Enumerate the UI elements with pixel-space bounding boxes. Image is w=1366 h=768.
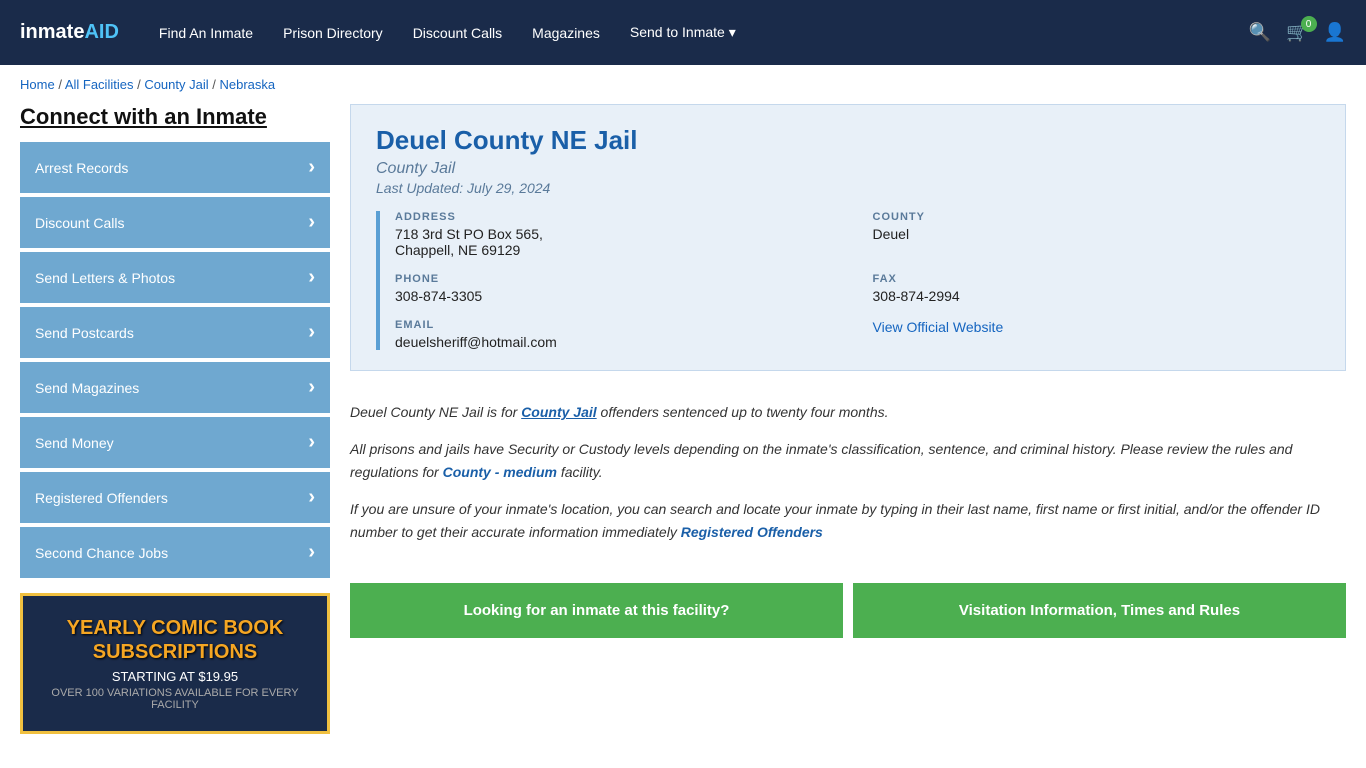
nav-icons: 🔍 🛒 0 👤 [1249,22,1346,43]
address-label: ADDRESS [395,211,843,223]
content: Deuel County NE Jail County Jail Last Up… [350,104,1346,734]
logo-text: inmateAID [20,21,119,44]
facility-last-updated: Last Updated: July 29, 2024 [376,180,1320,196]
bottom-buttons: Looking for an inmate at this facility? … [350,583,1346,639]
facility-info-border: ADDRESS 718 3rd St PO Box 565,Chappell, … [376,211,1320,350]
nav-prison-directory[interactable]: Prison Directory [283,25,383,41]
desc-para-1: Deuel County NE Jail is for County Jail … [350,401,1346,423]
county-block: COUNTY Deuel [873,211,1321,258]
county-medium-link[interactable]: County - medium [443,464,557,480]
breadcrumb-all-facilities[interactable]: All Facilities [65,77,134,92]
email-label: EMAIL [395,319,843,331]
facility-type: County Jail [376,160,1320,178]
ad-title: YEARLY COMIC BOOKSUBSCRIPTIONS [38,616,312,664]
nav-send-to-inmate[interactable]: Send to Inmate ▾ [630,24,736,41]
phone-block: PHONE 308-874-3305 [395,273,843,304]
desc-para-2: All prisons and jails have Security or C… [350,438,1346,483]
sidebar-arrest-records[interactable]: Arrest Records › [20,142,330,193]
sidebar-ad[interactable]: YEARLY COMIC BOOKSUBSCRIPTIONS STARTING … [20,593,330,734]
sidebar-send-magazines[interactable]: Send Magazines › [20,362,330,413]
sidebar-send-money[interactable]: Send Money › [20,417,330,468]
nav-links: Find An Inmate Prison Directory Discount… [159,24,1249,41]
arrow-icon: › [308,266,315,289]
arrow-icon: › [308,156,315,179]
ad-subtitle: STARTING AT $19.95 [38,669,312,684]
fax-block: FAX 308-874-2994 [873,273,1321,304]
fax-label: FAX [873,273,1321,285]
county-jail-link[interactable]: County Jail [521,404,596,420]
website-block: View Official Website [873,319,1321,350]
sidebar-send-postcards[interactable]: Send Postcards › [20,307,330,358]
main-container: Connect with an Inmate Arrest Records › … [0,104,1366,754]
arrow-icon: › [308,486,315,509]
search-icon[interactable]: 🔍 [1249,22,1271,43]
arrow-icon: › [308,431,315,454]
phone-label: PHONE [395,273,843,285]
arrow-icon: › [308,376,315,399]
looking-for-inmate-button[interactable]: Looking for an inmate at this facility? [350,583,843,639]
sidebar-second-chance-jobs[interactable]: Second Chance Jobs › [20,527,330,578]
sidebar-title: Connect with an Inmate [20,104,330,130]
main-nav: inmateAID Find An Inmate Prison Director… [0,0,1366,65]
breadcrumb: Home / All Facilities / County Jail / Ne… [0,65,1366,104]
sidebar-discount-calls[interactable]: Discount Calls › [20,197,330,248]
user-icon[interactable]: 👤 [1324,22,1346,43]
cart-badge: 0 [1301,16,1317,32]
phone-value: 308-874-3305 [395,288,843,304]
breadcrumb-county-jail[interactable]: County Jail [144,77,208,92]
description: Deuel County NE Jail is for County Jail … [350,391,1346,568]
email-value: deuelsheriff@hotmail.com [395,334,843,350]
sidebar-registered-offenders[interactable]: Registered Offenders › [20,472,330,523]
address-block: ADDRESS 718 3rd St PO Box 565,Chappell, … [395,211,843,258]
facility-name: Deuel County NE Jail [376,125,1320,156]
cart-icon[interactable]: 🛒 0 [1286,22,1308,43]
breadcrumb-state[interactable]: Nebraska [219,77,275,92]
visitation-info-button[interactable]: Visitation Information, Times and Rules [853,583,1346,639]
nav-find-inmate[interactable]: Find An Inmate [159,25,253,41]
breadcrumb-home[interactable]: Home [20,77,55,92]
email-block: EMAIL deuelsheriff@hotmail.com [395,319,843,350]
sidebar: Connect with an Inmate Arrest Records › … [20,104,330,734]
arrow-icon: › [308,541,315,564]
arrow-icon: › [308,211,315,234]
nav-discount-calls[interactable]: Discount Calls [413,25,502,41]
address-value: 718 3rd St PO Box 565,Chappell, NE 69129 [395,226,843,258]
facility-card: Deuel County NE Jail County Jail Last Up… [350,104,1346,371]
desc-para-3: If you are unsure of your inmate's locat… [350,498,1346,543]
logo[interactable]: inmateAID [20,21,119,44]
info-grid: ADDRESS 718 3rd St PO Box 565,Chappell, … [395,211,1320,350]
county-label: COUNTY [873,211,1321,223]
website-link[interactable]: View Official Website [873,319,1004,335]
fax-value: 308-874-2994 [873,288,1321,304]
ad-note: OVER 100 VARIATIONS AVAILABLE FOR EVERY … [38,687,312,711]
county-value: Deuel [873,226,1321,242]
sidebar-send-letters[interactable]: Send Letters & Photos › [20,252,330,303]
registered-offenders-link[interactable]: Registered Offenders [681,524,823,540]
nav-magazines[interactable]: Magazines [532,25,600,41]
arrow-icon: › [308,321,315,344]
